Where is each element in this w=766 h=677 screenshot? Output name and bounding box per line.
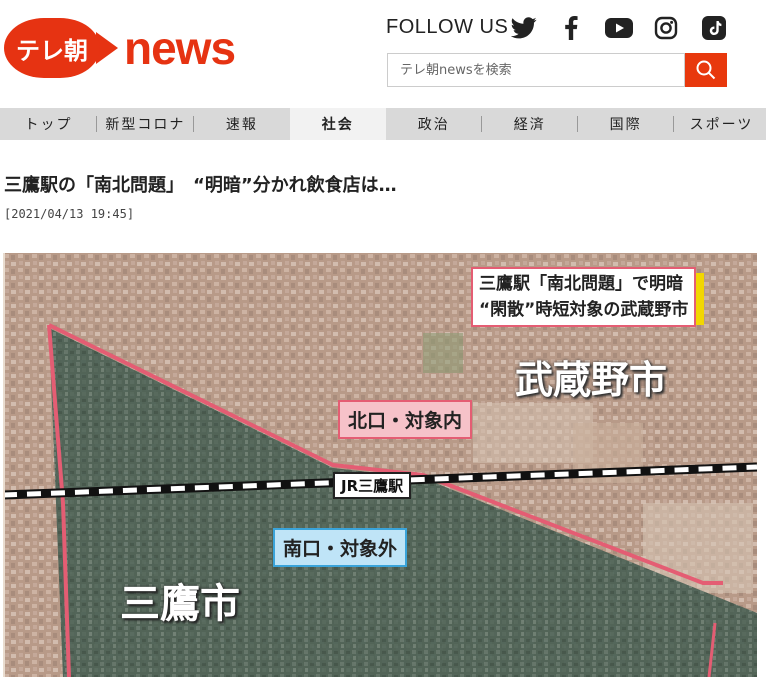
nav-label: 社会	[321, 117, 354, 133]
nav-label: 政治	[417, 117, 450, 133]
search-button[interactable]	[685, 53, 727, 87]
nav-item-covid[interactable]: 新型コロナ	[97, 108, 194, 140]
nav-label: 国際	[609, 117, 642, 133]
nav-item-politics[interactable]: 政治	[386, 108, 482, 140]
nav-item-economy[interactable]: 経済	[482, 108, 578, 140]
nav-item-top[interactable]: トップ	[0, 108, 97, 140]
south-exit-label: 南口・対象外	[273, 528, 408, 567]
caption-box: 三鷹駅「南北問題」で明暗 “閑散”時短対象の武蔵野市	[471, 267, 705, 327]
search-box	[387, 53, 692, 87]
article-image: 三鷹駅「南北問題」で明暗 “閑散”時短対象の武蔵野市 武蔵野市 北口・対象内 J…	[3, 253, 757, 677]
logo-text-news: news	[124, 22, 236, 74]
nav-label: 新型コロナ	[105, 117, 186, 133]
logo-text-jp: テレ朝	[16, 36, 88, 65]
search-input[interactable]	[388, 54, 692, 86]
nav-item-society[interactable]: 社会	[289, 108, 386, 140]
nav-item-sports[interactable]: スポーツ	[674, 108, 766, 140]
city-south-label: 三鷹市	[120, 581, 240, 627]
twitter-icon[interactable]	[510, 14, 538, 42]
site-logo[interactable]: テレ朝 news	[4, 18, 236, 78]
nav-item-breaking[interactable]: 速報	[194, 108, 290, 140]
youtube-icon[interactable]	[605, 14, 633, 42]
search-icon	[696, 60, 716, 80]
nav-item-international[interactable]: 国際	[578, 108, 674, 140]
nav-label: トップ	[24, 117, 73, 133]
category-nav: トップ 新型コロナ 速報 社会 政治 経済 国際 スポーツ	[0, 108, 766, 140]
tiktok-icon[interactable]	[700, 14, 728, 42]
logo-badge: テレ朝	[4, 18, 100, 78]
article-date: [2021/04/13 19:45]	[4, 207, 135, 221]
nav-label: 経済	[513, 117, 546, 133]
city-north-label: 武蔵野市	[515, 358, 668, 402]
station-label: JR三鷹駅	[333, 472, 412, 499]
instagram-icon[interactable]	[652, 14, 680, 42]
nav-label: スポーツ	[689, 117, 754, 133]
caption-line2: “閑散”時短対象の武蔵野市	[479, 300, 689, 320]
article-title: 三鷹駅の「南北問題」 “明暗”分かれ飲食店は…	[4, 175, 397, 196]
follow-us-label: FOLLOW US	[386, 16, 509, 38]
nav-label: 速報	[225, 117, 258, 133]
facebook-icon[interactable]	[557, 14, 585, 42]
caption-line1: 三鷹駅「南北問題」で明暗	[479, 274, 683, 294]
north-exit-label: 北口・対象内	[338, 400, 473, 439]
